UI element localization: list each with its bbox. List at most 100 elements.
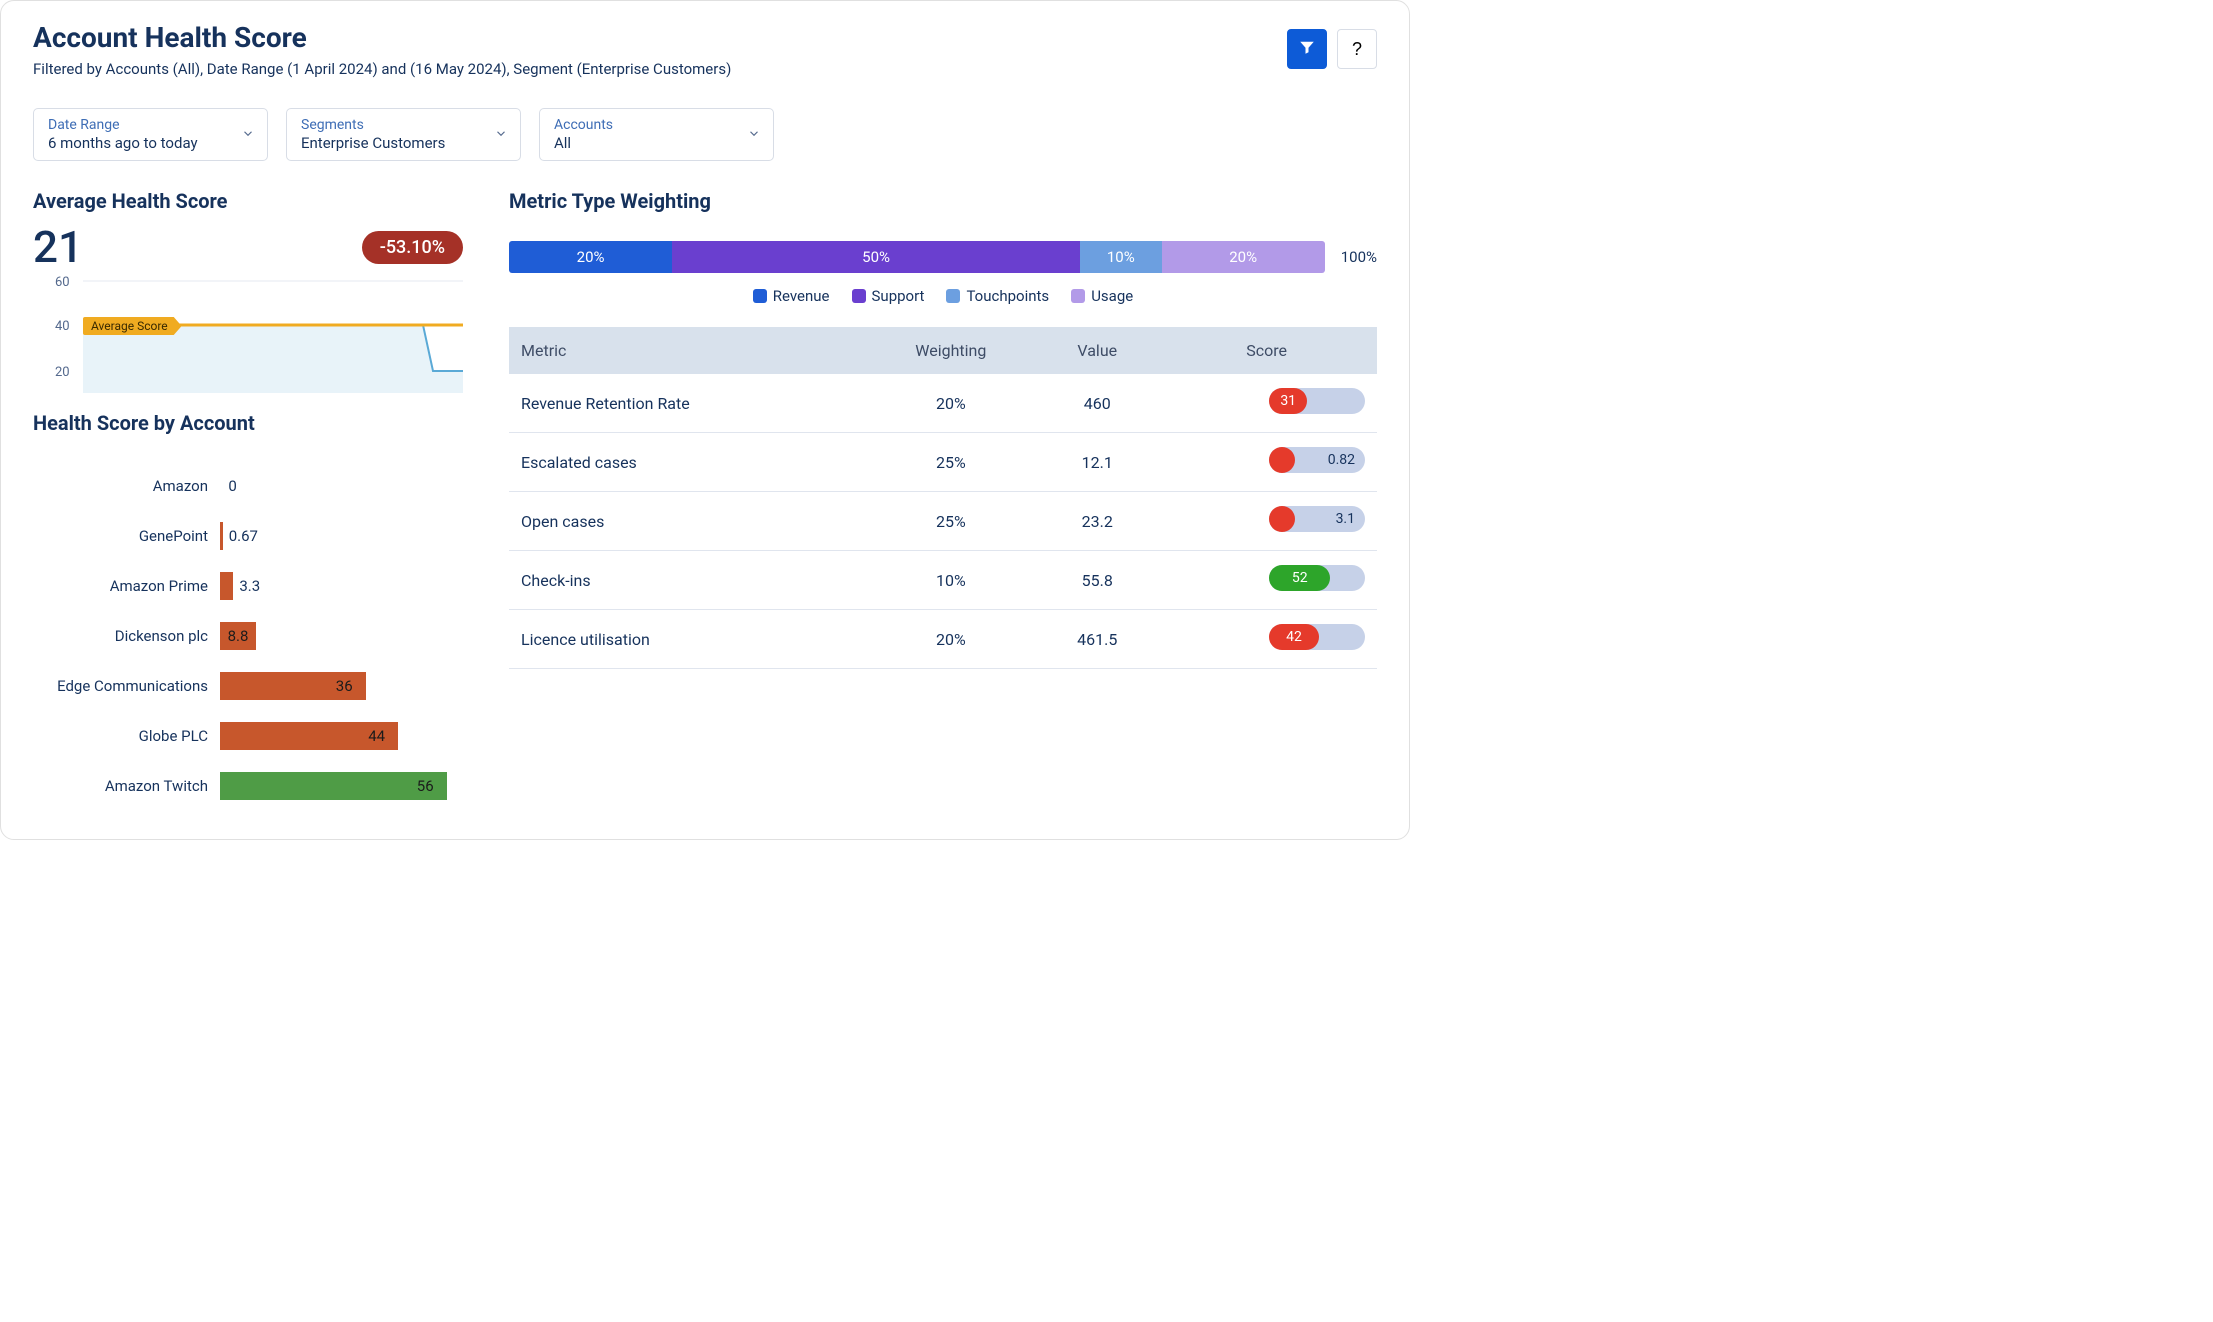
hbar-label: GenePoint: [33, 527, 220, 545]
hbar-row: Edge Communications36: [33, 661, 463, 711]
hbar-value: 56: [417, 777, 434, 795]
filter-value: 6 months ago to today: [48, 134, 198, 152]
cell-score: 52: [1156, 551, 1377, 610]
col-weighting: Weighting: [863, 327, 1038, 374]
hbar-value: 36: [336, 677, 353, 695]
cell-weighting: 25%: [863, 433, 1038, 492]
by-account-chart: Amazon 0 GenePoint 0.67 Amazon Prime 3.3 Dicke…: [33, 461, 463, 811]
score-pill: 0.82: [1269, 447, 1365, 473]
legend-item: Revenue: [753, 287, 830, 305]
hbar-label: Dickenson plc: [33, 627, 220, 645]
spark-ytick: 20: [55, 365, 70, 380]
filter-label: Segments: [301, 117, 480, 133]
hbar-row: GenePoint 0.67: [33, 511, 463, 561]
filter-summary: Filtered by Accounts (All), Date Range (…: [33, 60, 731, 78]
weighting-segment: 20%: [1162, 241, 1325, 273]
hbar-value: 44: [368, 727, 385, 745]
legend-item: Support: [852, 287, 925, 305]
hbar-track: 36: [220, 669, 463, 703]
legend-label: Revenue: [773, 287, 830, 305]
left-column: Average Health Score 21 -53.10% 60 40 20…: [33, 189, 463, 811]
avg-score-overlay: Average Score: [83, 317, 182, 335]
weighting-legend: Revenue Support Touchpoints Usage: [509, 287, 1377, 305]
hbar-value: 0: [228, 477, 236, 495]
legend-label: Touchpoints: [966, 287, 1049, 305]
weighting-total: 100%: [1335, 248, 1377, 266]
filter-icon: [1298, 38, 1316, 61]
hbar-row: Amazon 0: [33, 461, 463, 511]
metric-row: Licence utilisation20%461.542: [509, 610, 1377, 669]
cell-score: 0.82: [1156, 433, 1377, 492]
help-icon: ?: [1352, 39, 1362, 60]
header-row: Account Health Score Filtered by Account…: [33, 21, 1377, 78]
filter-date-range[interactable]: Date Range 6 months ago to today: [33, 108, 268, 161]
cell-value: 12.1: [1038, 433, 1156, 492]
cell-metric: Revenue Retention Rate: [509, 374, 863, 433]
score-value: 0.82: [1328, 452, 1355, 468]
score-fill: 31: [1269, 388, 1307, 414]
hbar-label: Amazon: [33, 477, 220, 495]
hbar-bar: [220, 772, 447, 800]
metric-table-header: Metric Weighting Value Score: [509, 327, 1377, 374]
metric-row: Revenue Retention Rate20%460 31: [509, 374, 1377, 433]
help-button[interactable]: ?: [1337, 29, 1377, 69]
chevron-down-icon: [494, 125, 508, 144]
hbar-value: 8.8: [228, 627, 249, 645]
chevron-down-icon: [241, 125, 255, 144]
filter-accounts[interactable]: Accounts All: [539, 108, 774, 161]
hbar-row: Amazon Prime 3.3: [33, 561, 463, 611]
legend-swatch: [1071, 289, 1085, 303]
score-fill: 52: [1269, 565, 1330, 591]
chevron-down-icon: [747, 125, 761, 144]
weighting-segment: 10%: [1080, 241, 1162, 273]
legend-label: Support: [872, 287, 925, 305]
dashboard-page: Account Health Score Filtered by Account…: [0, 0, 1410, 840]
metric-table: Metric Weighting Value Score Revenue Ret…: [509, 327, 1377, 669]
metric-row: Open cases25%23.23.1: [509, 492, 1377, 551]
filter-segments[interactable]: Segments Enterprise Customers: [286, 108, 521, 161]
weighting-title: Metric Type Weighting: [509, 189, 1377, 213]
filter-button[interactable]: [1287, 29, 1327, 69]
weighting-segment: 20%: [509, 241, 672, 273]
score-dot: [1269, 506, 1295, 532]
title-block: Account Health Score Filtered by Account…: [33, 21, 731, 78]
hbar-row: Globe PLC44: [33, 711, 463, 761]
hbar-row: Amazon Twitch 56: [33, 761, 463, 811]
legend-swatch: [946, 289, 960, 303]
hbar-track: 44: [220, 719, 463, 753]
legend-swatch: [852, 289, 866, 303]
hbar-track: 8.8: [220, 619, 463, 653]
hbar-label: Amazon Prime: [33, 577, 220, 595]
legend-item: Usage: [1071, 287, 1133, 305]
hbar-row: Dickenson plc 8.8: [33, 611, 463, 661]
weighting-stacked-bar: 20%50%10%20%: [509, 241, 1325, 273]
hbar-track: 3.3: [220, 569, 463, 603]
filter-label: Date Range: [48, 117, 227, 133]
content: Average Health Score 21 -53.10% 60 40 20…: [33, 189, 1377, 811]
score-pill: 42: [1269, 624, 1365, 650]
cell-weighting: 20%: [863, 610, 1038, 669]
avg-health-row: 21 -53.10%: [33, 225, 463, 269]
cell-weighting: 20%: [863, 374, 1038, 433]
cell-score: 3.1: [1156, 492, 1377, 551]
score-pill: 3.1: [1269, 506, 1365, 532]
cell-score: 42: [1156, 610, 1377, 669]
right-column: Metric Type Weighting 20%50%10%20% 100% …: [509, 189, 1377, 811]
col-value: Value: [1038, 327, 1156, 374]
filter-value: All: [554, 134, 571, 152]
hbar-value: 0.67: [229, 527, 258, 545]
cell-weighting: 10%: [863, 551, 1038, 610]
hbar-value: 3.3: [239, 577, 260, 595]
cell-value: 460: [1038, 374, 1156, 433]
by-account-title: Health Score by Account: [33, 411, 463, 435]
legend-item: Touchpoints: [946, 287, 1049, 305]
hbar-label: Amazon Twitch: [33, 777, 220, 795]
cell-metric: Licence utilisation: [509, 610, 863, 669]
hbar-track: 0.67: [220, 519, 463, 553]
cell-value: 55.8: [1038, 551, 1156, 610]
hbar-bar: [220, 522, 223, 550]
page-title: Account Health Score: [33, 21, 731, 54]
filter-value: Enterprise Customers: [301, 134, 445, 152]
spark-ytick: 40: [55, 319, 70, 334]
avg-health-title: Average Health Score: [33, 189, 463, 213]
